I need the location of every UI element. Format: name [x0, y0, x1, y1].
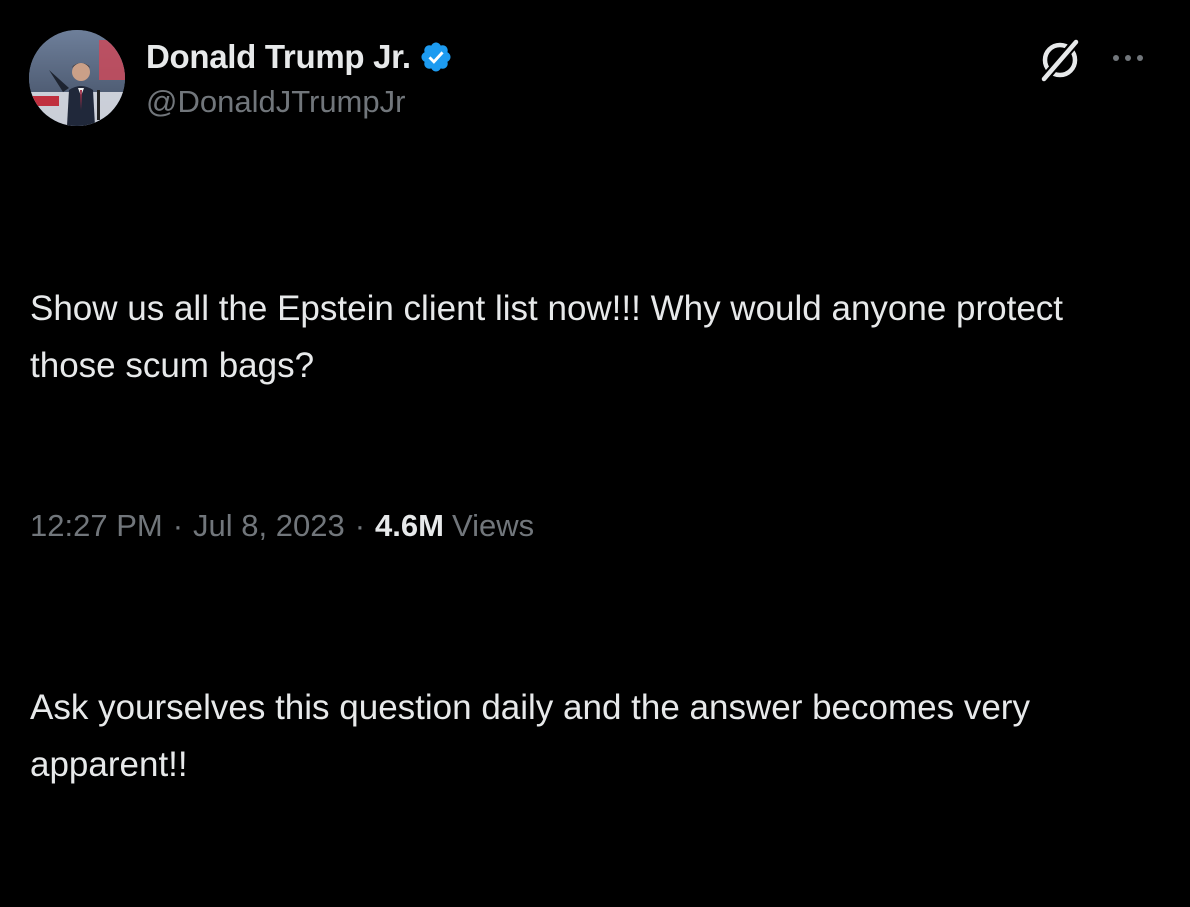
profile-photo-icon: [29, 30, 125, 126]
views-count[interactable]: 4.6M: [375, 508, 444, 544]
author-handle[interactable]: @DonaldJTrumpJr: [146, 84, 405, 120]
author-display-name[interactable]: Donald Trump Jr.: [146, 38, 411, 76]
tweet-meta: 12:27 PM · Jul 8, 2023 · 4.6M Views: [30, 508, 534, 544]
author-avatar[interactable]: [29, 30, 125, 126]
verified-badge-icon[interactable]: [419, 40, 453, 74]
meta-separator: ·: [354, 508, 366, 543]
tweet-paragraph: Show us all the Epstein client list now!…: [30, 289, 1073, 385]
more-icon[interactable]: [1108, 40, 1148, 76]
tweet-card: Donald Trump Jr. @DonaldJTrumpJr Show us…: [0, 0, 1190, 784]
author-name-row: Donald Trump Jr.: [146, 36, 453, 78]
tweet-time[interactable]: 12:27 PM: [30, 508, 163, 544]
views-label: Views: [451, 508, 535, 543]
meta-separator: ·: [172, 508, 184, 543]
tweet-date[interactable]: Jul 8, 2023: [193, 508, 345, 544]
grok-icon[interactable]: [1036, 36, 1084, 84]
tweet-paragraph: Ask yourselves this question daily and t…: [30, 688, 1040, 784]
